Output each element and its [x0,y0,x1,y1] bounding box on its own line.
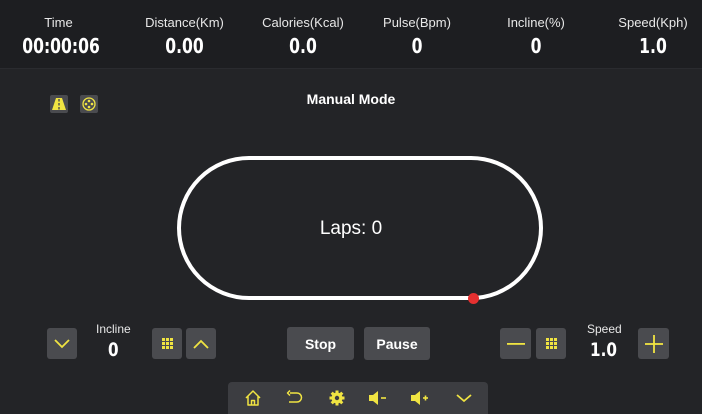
chevron-up-icon [193,339,209,349]
incline-value: 0 [108,339,119,361]
incline-up-button[interactable] [186,328,216,359]
volume-up-icon[interactable] [410,388,430,408]
pause-button[interactable]: Pause [364,327,430,360]
plus-icon [644,334,663,353]
stat-pulse-label: Pulse(Bpm) [383,15,451,30]
stat-speed-label: Speed(Kph) [618,15,688,30]
incline-down-button[interactable] [47,328,77,359]
incline-label: Incline [96,322,131,336]
stat-calories-value: 0.0 [289,34,317,58]
stop-button[interactable]: Stop [287,327,354,360]
stat-distance-value: 0.00 [165,34,204,58]
chevron-down-icon[interactable] [454,388,474,408]
home-icon[interactable] [243,388,263,408]
speed-keypad-button[interactable] [536,328,566,359]
stat-calories-label: Calories(Kcal) [262,15,344,30]
stat-speed-value: 1.0 [639,34,667,58]
runner-dot [468,293,479,304]
laps-label: Laps: [319,218,372,239]
mode-title: Manual Mode [306,91,396,107]
stat-time-label: Time [44,15,73,30]
stat-time-value: 00:00:06 [22,34,100,58]
speed-up-button[interactable] [638,328,669,359]
speed-label: Speed [587,322,622,336]
speed-down-button[interactable] [500,328,531,359]
stat-incline-value: 0 [530,34,542,58]
stat-pulse-value: 0 [411,34,423,58]
stat-incline: Incline(%) 0 [498,0,574,68]
chevron-down-icon [54,338,70,348]
minus-icon [506,342,525,345]
stat-calories: Calories(Kcal) 0.0 [253,0,353,68]
stat-time: Time 00:00:06 [12,0,105,68]
stat-distance: Distance(Km) 0.00 [137,0,232,68]
keypad-icon [545,338,557,349]
volume-down-icon[interactable] [368,388,388,408]
gear-icon[interactable] [327,388,347,408]
stat-incline-label: Incline(%) [507,15,565,30]
speed-value: 1.0 [590,339,617,361]
laps-counter: Laps: 0 [0,218,702,240]
stat-distance-label: Distance(Km) [145,15,224,30]
back-icon[interactable] [284,388,304,408]
stats-bar: Time 00:00:06 Distance(Km) 0.00 Calories… [0,0,702,69]
stat-pulse: Pulse(Bpm) 0 [373,0,461,68]
stat-speed: Speed(Kph) 1.0 [610,0,696,68]
laps-value: 0 [371,218,383,239]
keypad-icon [161,338,173,349]
incline-keypad-button[interactable] [152,328,182,359]
bottom-nav-bar [228,382,488,414]
